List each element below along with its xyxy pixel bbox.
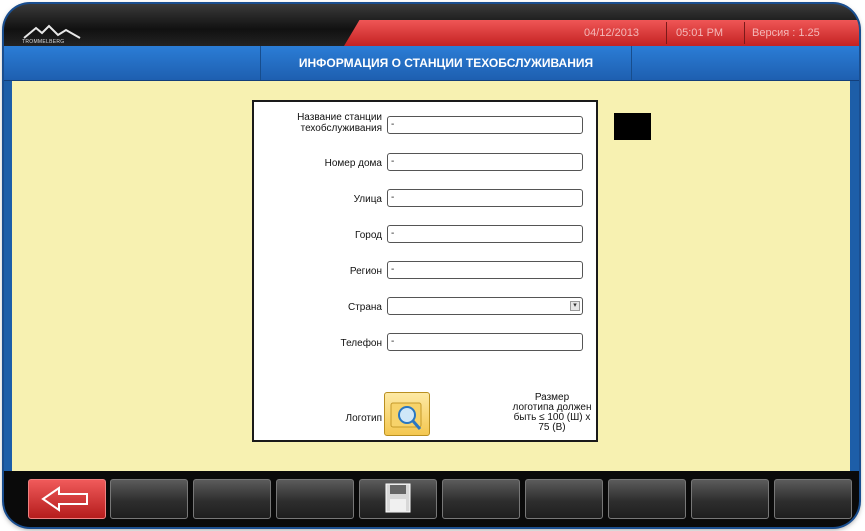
page-title: ИНФОРМАЦИЯ О СТАНЦИИ ТЕХОБСЛУЖИВАНИЯ [260,46,632,80]
time-display: 05:01 PM [676,27,724,39]
house-number-field[interactable]: - [387,153,583,171]
phone-field[interactable]: - [387,333,583,351]
logo-preview [614,113,651,140]
street-label: Улица [353,194,382,205]
toolbar-button-10[interactable] [774,479,852,519]
phone-label: Телефон [340,338,382,349]
back-button[interactable] [28,479,106,519]
date-display: 04/12/2013 [584,27,640,39]
toolbar-button-3[interactable] [193,479,271,519]
divider [744,22,745,44]
logo-note-line: 75 (В) [538,422,566,433]
floppy-disk-icon [385,483,411,513]
station-name-field[interactable]: - [387,116,583,134]
divider [666,22,667,44]
bottom-toolbar [4,471,859,527]
station-name-label-line2: техобслуживания [300,123,382,134]
toolbar-button-9[interactable] [691,479,769,519]
save-button[interactable] [359,479,437,519]
logo-label: Логотип [345,413,382,424]
title-bar: ИНФОРМАЦИЯ О СТАНЦИИ ТЕХОБСЛУЖИВАНИЯ [4,46,859,81]
station-name-label-line1: Название станции [297,112,382,123]
station-name-label: Название станции техобслуживания [297,112,382,134]
toolbar-button-8[interactable] [608,479,686,519]
toolbar-button-6[interactable] [442,479,520,519]
mountain-logo-icon [23,24,81,39]
dropdown-arrow-icon[interactable]: ▾ [570,301,580,311]
brand-logo: TROMMELBERG [22,24,86,46]
logo-size-note: Размер логотипа должен быть ≤ 100 (Ш) x … [506,393,598,433]
version-display: Версия : 1.25 [752,27,820,39]
house-number-label: Номер дома [324,158,382,169]
toolbar-button-2[interactable] [110,479,188,519]
top-bar: TROMMELBERG 04/12/2013 05:01 PM Версия :… [4,4,859,46]
brand-name: TROMMELBERG [22,39,65,45]
country-label: Страна [347,302,382,313]
logo-browse-button[interactable] [384,392,430,436]
folder-search-icon [390,402,422,430]
country-select[interactable]: ▾ [387,297,583,315]
toolbar-button-4[interactable] [276,479,354,519]
street-field[interactable]: - [387,189,583,207]
app-window: TROMMELBERG 04/12/2013 05:01 PM Версия :… [4,4,859,527]
toolbar-button-7[interactable] [525,479,603,519]
region-label: Регион [349,266,382,277]
back-arrow-icon [41,486,88,512]
station-info-form: Название станции техобслуживания - Номер… [252,100,598,442]
region-field[interactable]: - [387,261,583,279]
city-label: Город [354,230,382,241]
city-field[interactable]: - [387,225,583,243]
